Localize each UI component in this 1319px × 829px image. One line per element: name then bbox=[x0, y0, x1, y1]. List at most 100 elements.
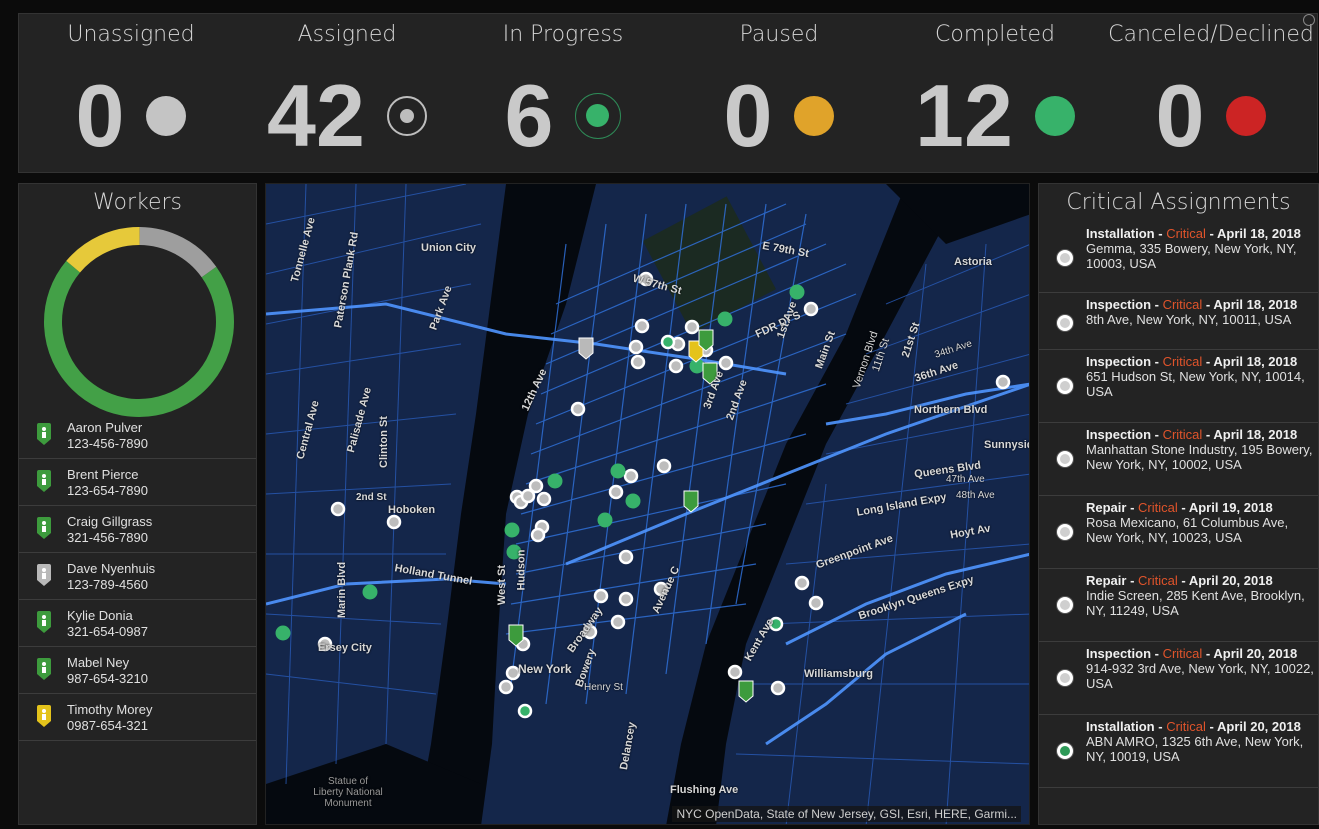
completed-marker[interactable] bbox=[504, 522, 520, 538]
worker-phone: 321-456-7890 bbox=[67, 530, 148, 545]
assigned-marker[interactable] bbox=[608, 484, 624, 500]
assigned-marker[interactable] bbox=[995, 374, 1011, 390]
stat-value: 0 bbox=[1155, 66, 1205, 165]
assignment-type: Repair bbox=[1086, 500, 1127, 515]
worker-phone: 123-654-7890 bbox=[67, 483, 148, 498]
info-icon[interactable] bbox=[1303, 14, 1315, 26]
completed-marker[interactable] bbox=[625, 493, 641, 509]
map-label: Sunnyside bbox=[984, 439, 1029, 451]
assignments-map[interactable]: Union City Hoboken Holland Tunnel New Yo… bbox=[265, 183, 1030, 825]
map-label: 2nd St bbox=[356, 492, 387, 503]
assignment-type: Repair bbox=[1086, 573, 1127, 588]
worker-pin-icon bbox=[37, 423, 51, 445]
stat-unassigned[interactable]: Unassigned 0 bbox=[23, 14, 239, 174]
unassigned-status-icon bbox=[146, 96, 187, 136]
paused-status-icon bbox=[794, 96, 835, 136]
completed-marker[interactable] bbox=[362, 584, 378, 600]
worker-pin-icon bbox=[37, 470, 51, 492]
worker-item[interactable]: Craig Gillgrass 321-456-7890 bbox=[19, 506, 256, 553]
completed-marker[interactable] bbox=[610, 463, 626, 479]
stat-completed[interactable]: Completed 12 bbox=[887, 14, 1103, 174]
assigned-marker[interactable] bbox=[668, 358, 684, 374]
worker-item[interactable]: Aaron Pulver 123-456-7890 bbox=[19, 412, 256, 459]
completed-marker[interactable] bbox=[275, 625, 291, 641]
worker-item[interactable]: Kylie Donia 321-654-0987 bbox=[19, 600, 256, 647]
worker-item[interactable]: Timothy Morey 0987-654-321 bbox=[19, 694, 256, 741]
in-progress-marker[interactable] bbox=[660, 334, 676, 350]
completed-status-icon bbox=[1034, 96, 1075, 136]
critical-assignment-item[interactable]: Inspection - Critical - April 20, 2018 91… bbox=[1039, 642, 1318, 715]
status-radio-icon bbox=[1057, 315, 1073, 331]
critical-assignment-item[interactable]: Inspection - Critical - April 18, 2018 Ma… bbox=[1039, 423, 1318, 496]
worker-name: Dave Nyenhuis bbox=[67, 561, 156, 576]
completed-marker[interactable] bbox=[717, 311, 733, 327]
map-label: 47th Ave bbox=[946, 474, 985, 485]
assigned-marker[interactable] bbox=[536, 491, 552, 507]
assignment-severity: Critical bbox=[1162, 427, 1203, 442]
assigned-marker[interactable] bbox=[610, 614, 626, 630]
assigned-marker[interactable] bbox=[593, 588, 609, 604]
donut-segment-paused bbox=[66, 227, 140, 273]
assigned-marker[interactable] bbox=[623, 468, 639, 484]
stat-assigned[interactable]: Assigned 42 bbox=[239, 14, 455, 174]
stat-canceled-declined[interactable]: Canceled/Declined 0 bbox=[1103, 14, 1319, 174]
assignment-severity: Critical bbox=[1162, 354, 1203, 369]
worker-item[interactable]: Brent Pierce 123-654-7890 bbox=[19, 459, 256, 506]
stat-label: Unassigned bbox=[67, 22, 195, 47]
assignment-severity: Critical bbox=[1138, 573, 1178, 588]
in-progress-status-icon bbox=[575, 93, 622, 139]
worker-item[interactable]: Mabel Ney 987-654-3210 bbox=[19, 647, 256, 694]
assignment-type: Inspection bbox=[1086, 297, 1152, 312]
critical-assignment-item[interactable]: Inspection - Critical - April 18, 2018 8t… bbox=[1039, 293, 1318, 350]
assigned-marker[interactable] bbox=[727, 664, 743, 680]
assigned-marker[interactable] bbox=[630, 354, 646, 370]
worker-pin-icon bbox=[37, 517, 51, 539]
canceled-status-icon bbox=[1226, 96, 1267, 136]
assigned-marker[interactable] bbox=[618, 549, 634, 565]
assigned-marker[interactable] bbox=[794, 575, 810, 591]
assignment-type: Installation bbox=[1086, 719, 1155, 734]
assigned-marker[interactable] bbox=[618, 591, 634, 607]
critical-assignment-item[interactable]: Installation - Critical - April 18, 2018… bbox=[1039, 224, 1318, 293]
assigned-marker[interactable] bbox=[520, 488, 536, 504]
assigned-marker[interactable] bbox=[803, 301, 819, 317]
assigned-marker[interactable] bbox=[530, 527, 546, 543]
completed-marker[interactable] bbox=[789, 284, 805, 300]
in-progress-marker[interactable] bbox=[517, 703, 533, 719]
completed-marker[interactable] bbox=[597, 512, 613, 528]
workers-panel: Workers Aaron Pulver 123-456-7890 Brent … bbox=[18, 183, 257, 825]
stat-in-progress[interactable]: In Progress 6 bbox=[455, 14, 671, 174]
assigned-marker[interactable] bbox=[570, 401, 586, 417]
assignment-address: Gemma, 335 Bowery, New York, NY, 10003, … bbox=[1086, 241, 1297, 271]
map-attribution[interactable]: NYC OpenData, State of New Jersey, GSI, … bbox=[672, 806, 1021, 822]
assignment-type: Inspection bbox=[1086, 427, 1152, 442]
critical-assignment-item[interactable]: Repair - Critical - April 19, 2018 Rosa M… bbox=[1039, 496, 1318, 569]
worker-name: Craig Gillgrass bbox=[67, 514, 153, 529]
map-label: Flushing Ave bbox=[670, 784, 739, 796]
assigned-marker[interactable] bbox=[386, 514, 402, 530]
assigned-marker[interactable] bbox=[656, 458, 672, 474]
map-label: Marin Blvd bbox=[336, 561, 349, 619]
completed-marker[interactable] bbox=[547, 473, 563, 489]
assigned-marker[interactable] bbox=[628, 339, 644, 355]
stat-paused[interactable]: Paused 0 bbox=[671, 14, 887, 174]
critical-assignment-item[interactable]: Repair - Critical - April 20, 2018 Indie … bbox=[1039, 569, 1318, 642]
map-label: Astoria bbox=[954, 256, 992, 268]
assigned-marker[interactable] bbox=[808, 595, 824, 611]
critical-assignment-item[interactable]: Installation - Critical - April 20, 2018… bbox=[1039, 715, 1318, 788]
assignment-type: Inspection bbox=[1086, 354, 1152, 369]
worker-item[interactable]: Dave Nyenhuis 123-789-4560 bbox=[19, 553, 256, 600]
map-label: Henry St bbox=[584, 682, 623, 693]
stat-label: Completed bbox=[935, 22, 1055, 47]
assigned-marker[interactable] bbox=[498, 679, 514, 695]
assigned-marker[interactable] bbox=[634, 318, 650, 334]
stat-label: Assigned bbox=[297, 22, 397, 47]
stat-label: In Progress bbox=[502, 22, 624, 47]
assignment-severity: Critical bbox=[1162, 646, 1203, 661]
map-label: Hudson bbox=[515, 549, 528, 591]
critical-assignment-item[interactable]: Inspection - Critical - April 18, 2018 65… bbox=[1039, 350, 1318, 423]
assigned-marker[interactable] bbox=[718, 355, 734, 371]
assigned-marker[interactable] bbox=[330, 501, 346, 517]
assigned-marker[interactable] bbox=[684, 319, 700, 335]
assigned-marker[interactable] bbox=[770, 680, 786, 696]
